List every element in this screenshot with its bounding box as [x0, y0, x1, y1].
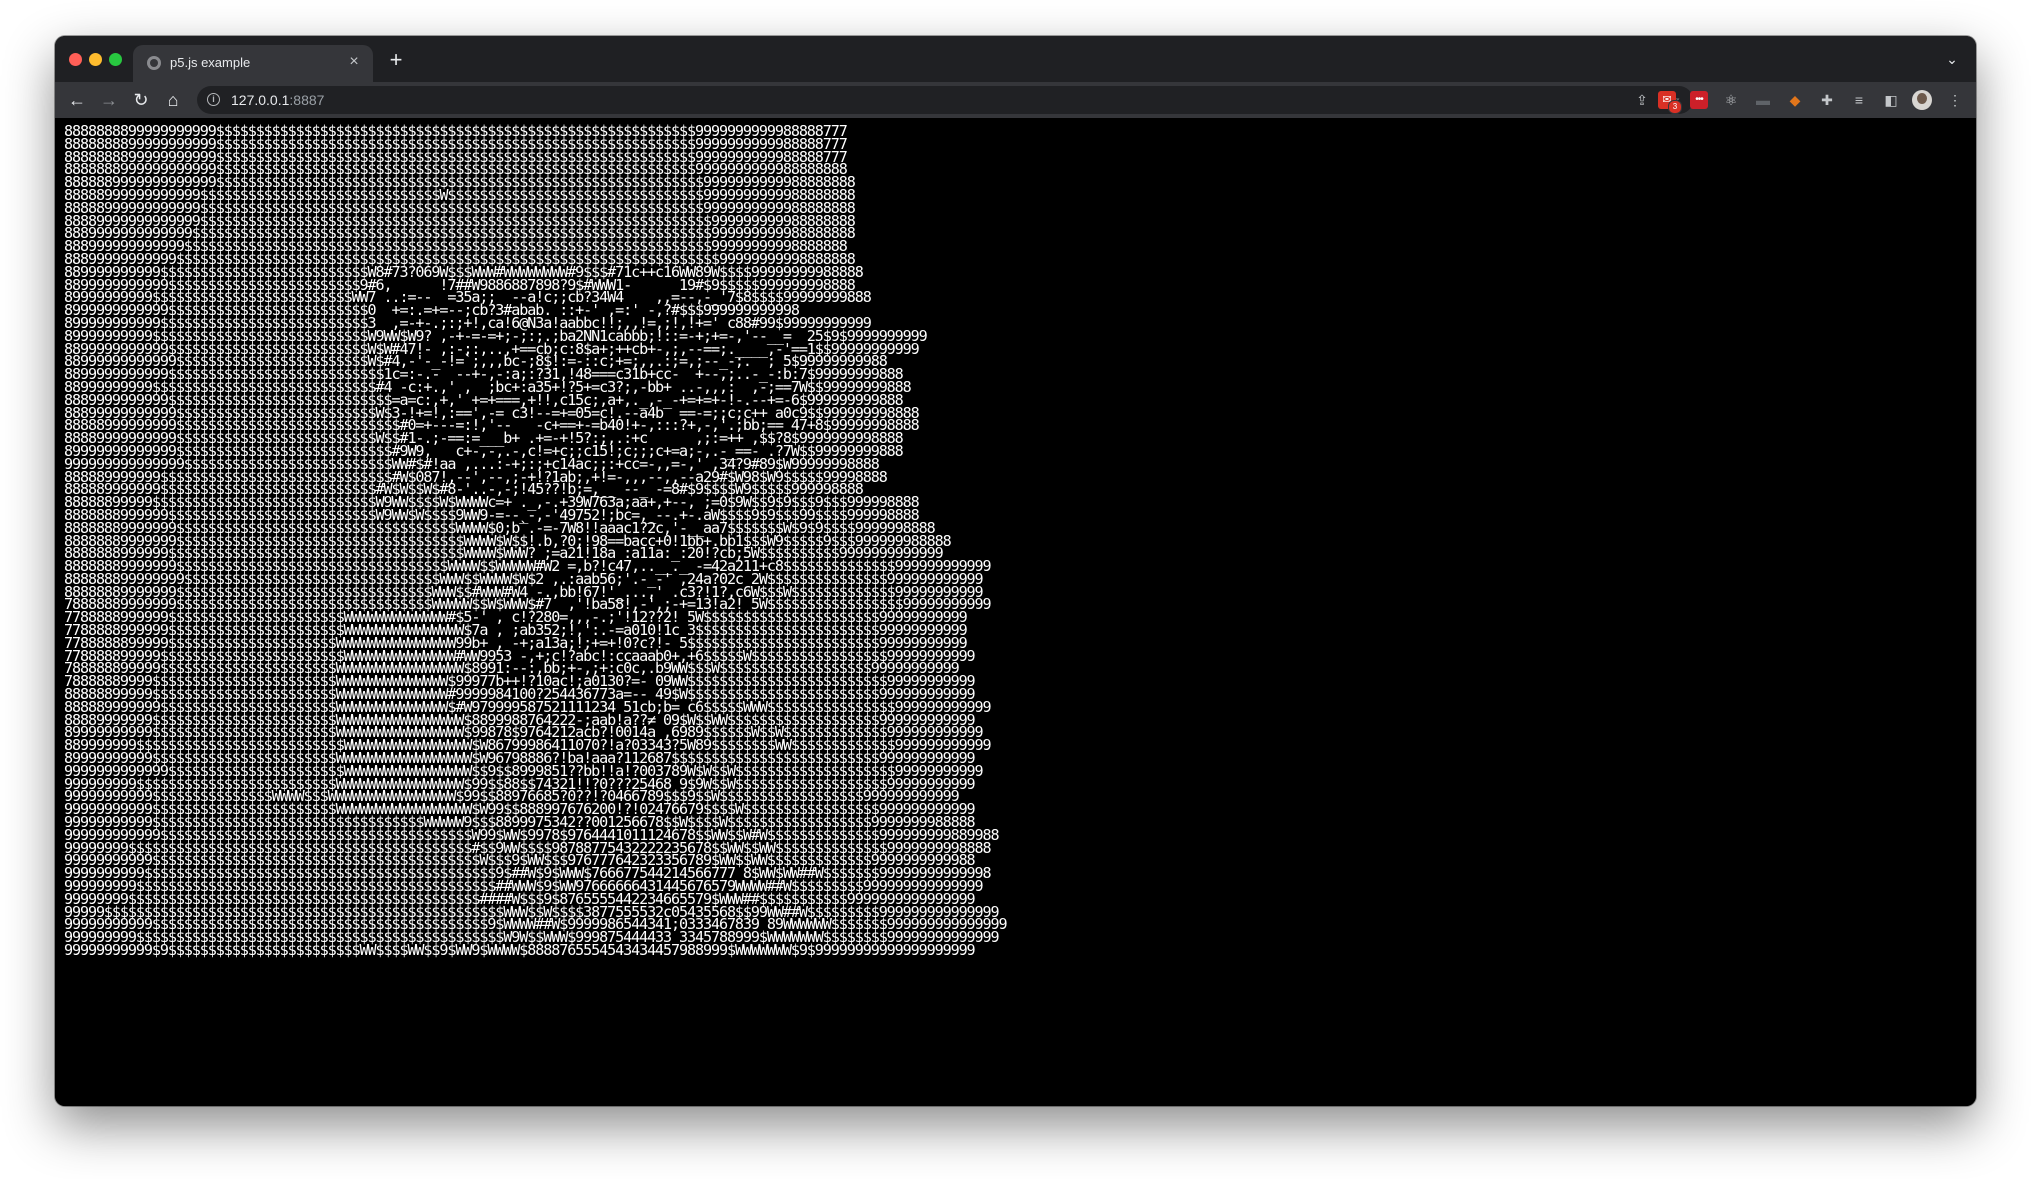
page-canvas: 8888888899999999999$$$$$$$$$$$$$$$$$$$$$…	[55, 118, 1976, 1106]
ascii-art-portrait: 8888888899999999999$$$$$$$$$$$$$$$$$$$$$…	[64, 122, 1008, 959]
home-button[interactable]: ⌂	[161, 88, 185, 112]
close-window-button[interactable]	[69, 53, 82, 66]
reading-list-icon[interactable]: ≡	[1850, 91, 1868, 109]
tab-title: p5.js example	[170, 55, 251, 70]
title-bar: p5.js example × + ⌄	[55, 36, 1976, 82]
close-tab-icon[interactable]: ×	[345, 53, 363, 71]
forward-button[interactable]: →	[97, 88, 121, 112]
gmail-badge: 3	[1668, 100, 1682, 114]
tab-p5js-example[interactable]: p5.js example ×	[133, 45, 373, 82]
share-icon[interactable]: ⇪	[1633, 91, 1651, 109]
browser-window: p5.js example × + ⌄ ← → ↻ ⌂ i 127.0.0.1:…	[55, 36, 1976, 1106]
metamask-fox-icon[interactable]: ◆	[1786, 91, 1804, 109]
reload-button[interactable]: ↻	[129, 88, 153, 112]
gmail-extension-icon[interactable]: ✉ 3	[1658, 91, 1682, 114]
profile-avatar-icon[interactable]	[1912, 90, 1932, 110]
react-devtools-icon[interactable]: ⚛	[1722, 91, 1740, 109]
site-info-icon[interactable]: i	[207, 93, 220, 106]
maximize-window-button[interactable]	[109, 53, 122, 66]
minimize-window-button[interactable]	[89, 53, 102, 66]
extensions-puzzle-icon[interactable]: ✚	[1818, 91, 1836, 109]
menu-kebab-icon[interactable]: ⋮	[1946, 91, 1964, 109]
globe-icon	[147, 56, 161, 70]
lastpass-extension-icon[interactable]: •••	[1690, 91, 1708, 109]
back-button[interactable]: ←	[65, 88, 89, 112]
new-tab-button[interactable]: +	[385, 49, 407, 71]
url-port: :8887	[289, 92, 325, 108]
address-bar[interactable]: i 127.0.0.1:8887 ⇪ ☆	[197, 86, 1693, 114]
url-text: 127.0.0.1:8887	[231, 92, 324, 108]
screen-extension-icon[interactable]: ▬	[1754, 91, 1772, 109]
browser-toolbar: ← → ↻ ⌂ i 127.0.0.1:8887 ⇪ ☆ ✉3 ••• ⚛ ▬ …	[55, 82, 1976, 118]
url-host: 127.0.0.1	[231, 92, 290, 108]
side-panel-icon[interactable]: ◧	[1882, 91, 1900, 109]
tab-search-chevron-icon[interactable]: ⌄	[1942, 49, 1962, 69]
